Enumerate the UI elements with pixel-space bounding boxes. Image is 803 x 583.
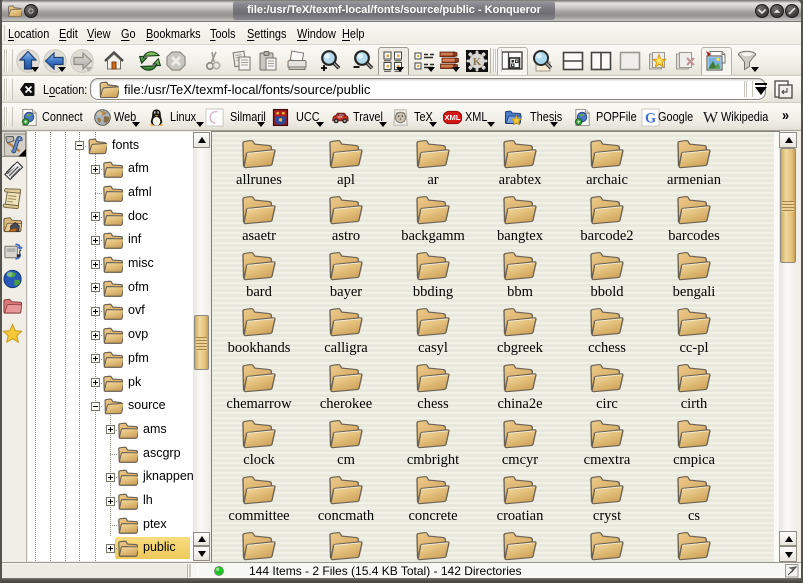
svg-text:XML: XML [444,113,461,122]
svg-text:K: K [473,56,482,68]
svg-text:G: G [645,111,656,127]
svg-text:W: W [703,109,719,126]
svg-text:♡: ♡ [214,117,218,121]
